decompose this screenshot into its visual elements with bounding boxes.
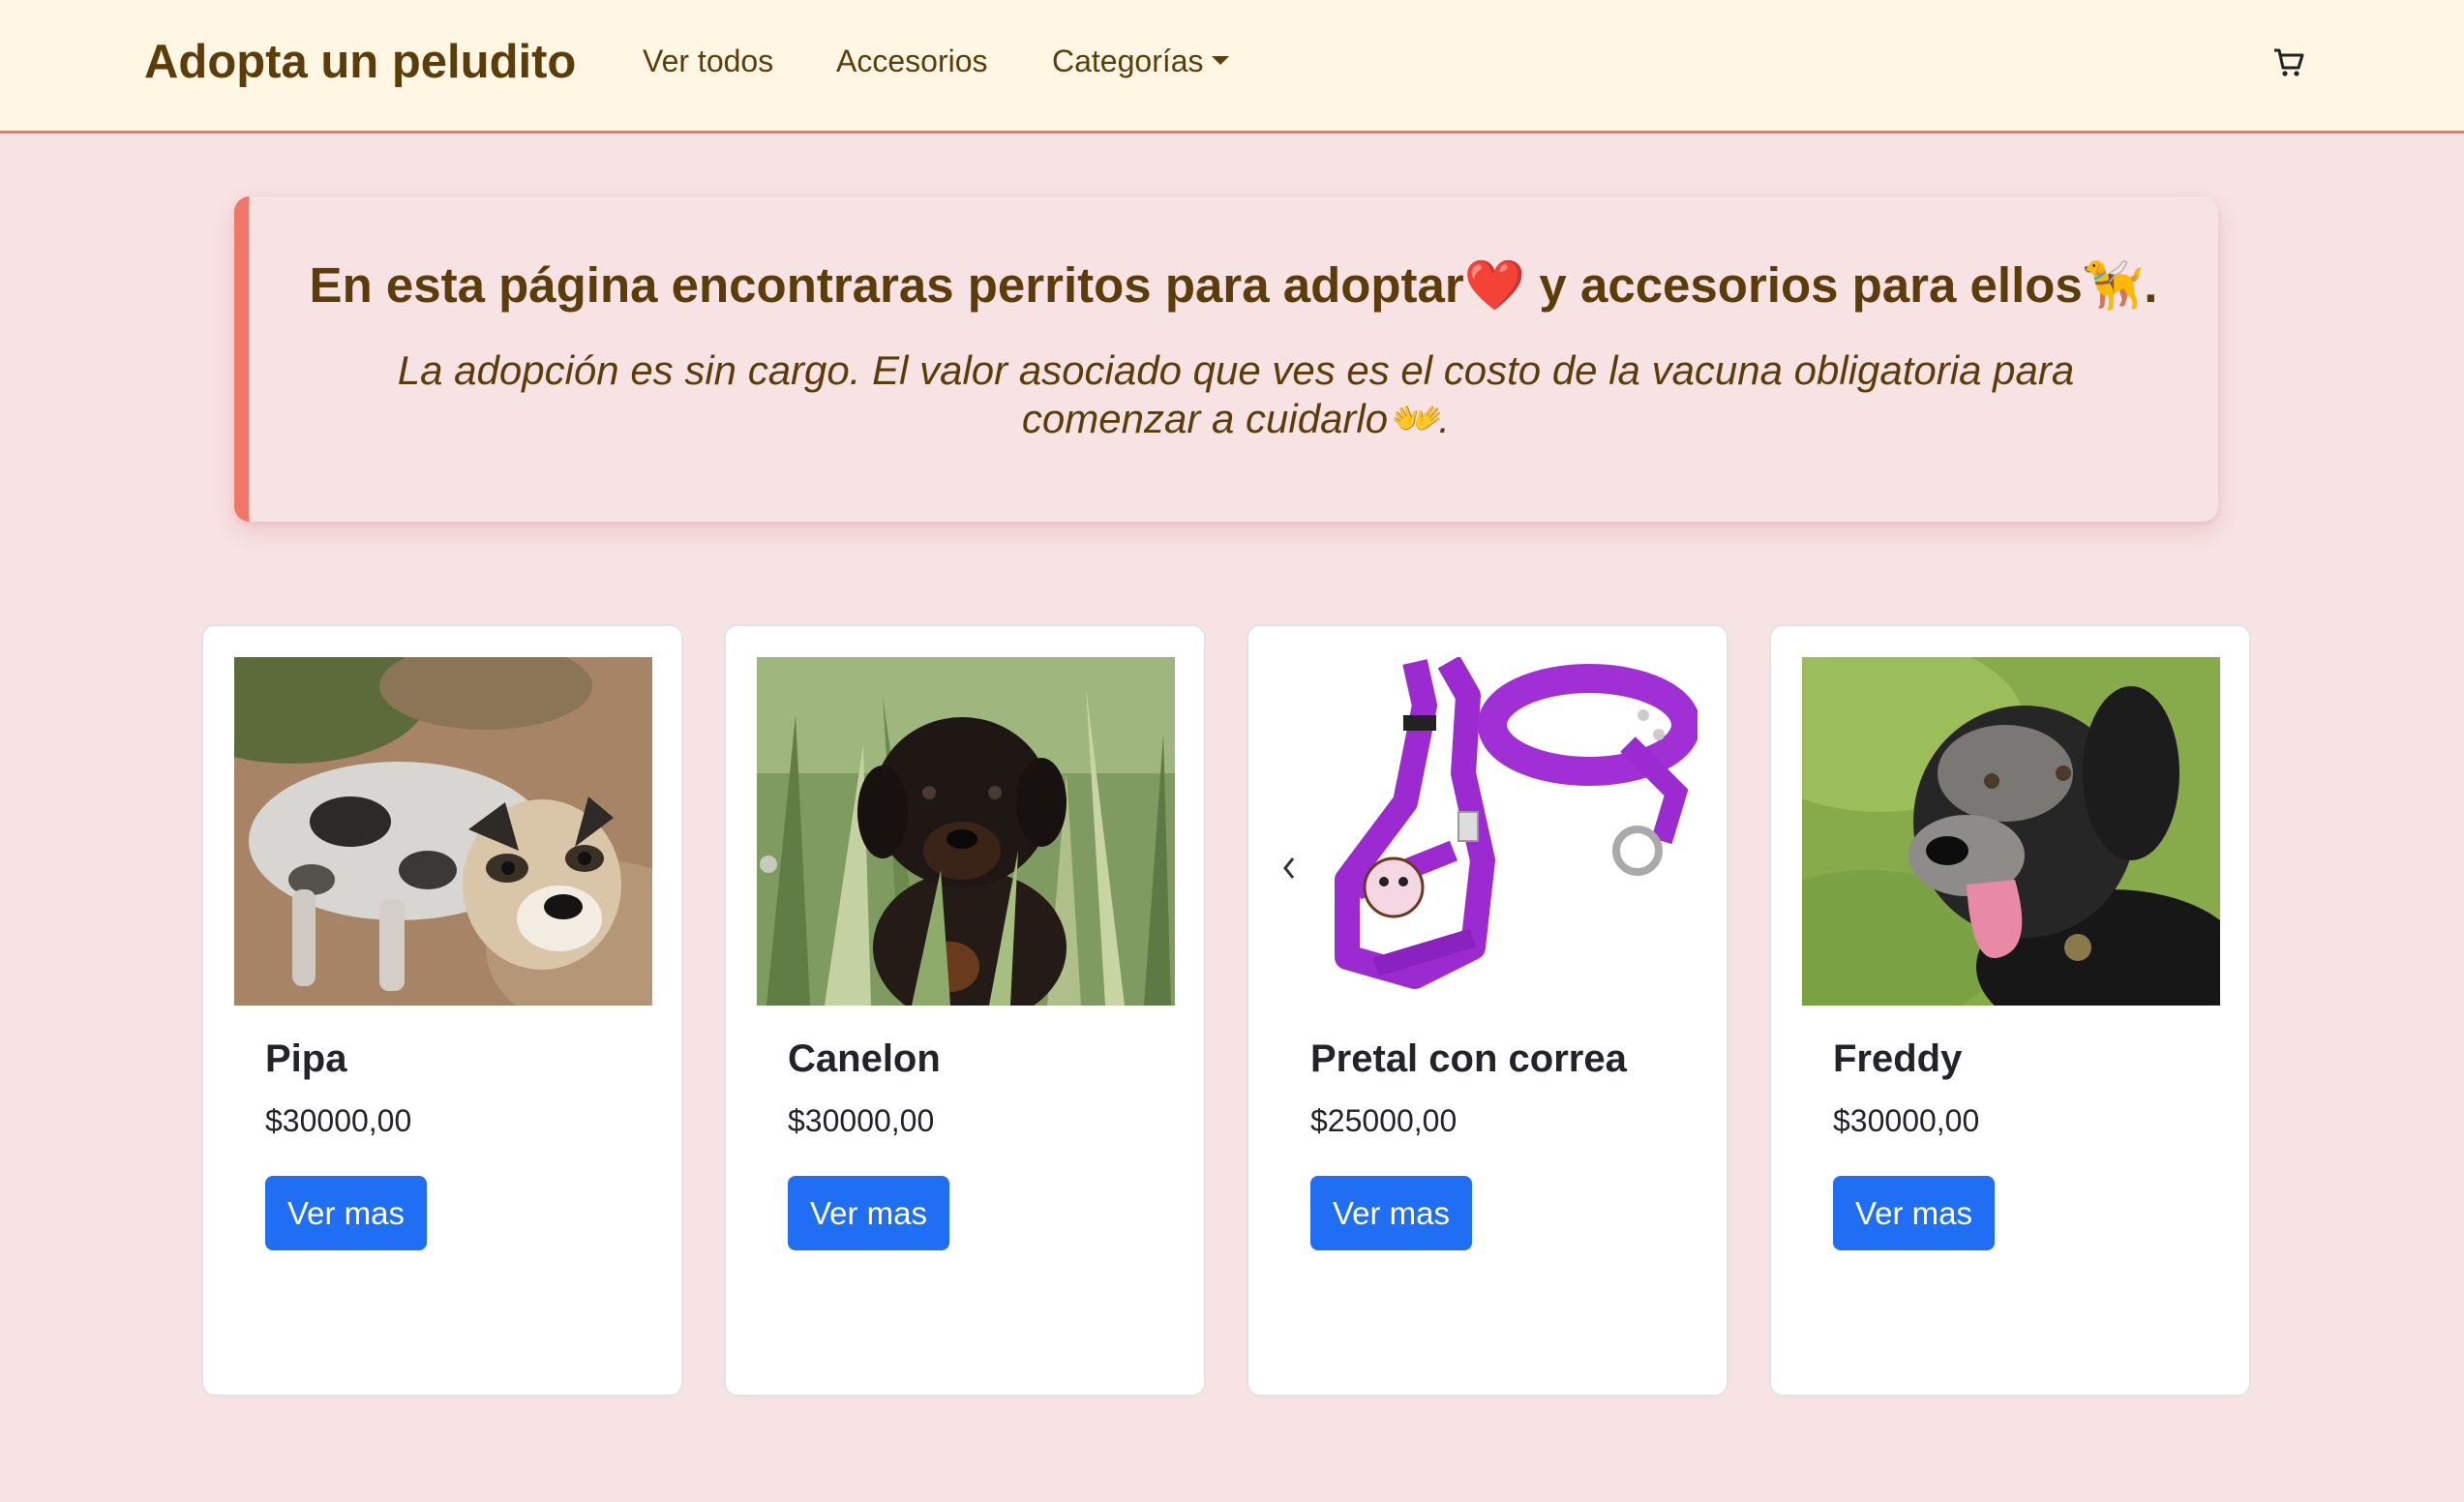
heart-icon: ❤️ (1463, 257, 1526, 313)
card-price: $30000,00 (265, 1103, 412, 1138)
hero-banner: En esta página encontraras perritos para… (234, 196, 2218, 522)
categorias-label: Categorías (1052, 44, 1204, 78)
product-card: Pretal con correa $25000,00 Ver mas (1247, 624, 1728, 1397)
caret-down-icon (1211, 56, 1229, 65)
hero-description-text: La adopción es sin cargo. El valor asoci… (397, 347, 2075, 441)
product-card: Freddy $30000,00 Ver mas (1769, 624, 2251, 1397)
brand-link[interactable]: Adopta un peludito (144, 35, 576, 89)
card-price: $30000,00 (788, 1103, 935, 1138)
hero-title-end: . (2144, 257, 2158, 313)
nav-dropdown-categorias[interactable]: Categorías (1052, 44, 1229, 79)
shopping-cart-icon[interactable] (2272, 46, 2305, 79)
card-price: $25000,00 (1310, 1103, 1457, 1138)
card-title: Freddy (1833, 1037, 1963, 1080)
harness-leash-photo (1279, 657, 1698, 1006)
card-title: Pretal con correa (1310, 1037, 1627, 1080)
card-title: Pipa (265, 1037, 347, 1080)
puppy-photo (757, 657, 1175, 1006)
card-title: Canelon (788, 1037, 941, 1080)
hero-title-text-b: y accesorios para ellos (1525, 257, 2083, 313)
product-card: Canelon $30000,00 Ver mas (724, 624, 1206, 1397)
hero-title: En esta página encontraras perritos para… (249, 256, 2218, 315)
old-dog-photo (1802, 657, 2220, 1006)
ver-mas-button[interactable]: Ver mas (265, 1176, 427, 1250)
dog-photo (234, 657, 652, 1006)
guide-dog-icon: 🦮 (2082, 257, 2145, 313)
ver-mas-button[interactable]: Ver mas (788, 1176, 949, 1250)
nav-link-accesorios[interactable]: Accesorios (836, 44, 988, 79)
navbar: Adopta un peludito Ver todos Accesorios … (0, 0, 2464, 134)
card-price: $30000,00 (1833, 1103, 1980, 1138)
ver-mas-button[interactable]: Ver mas (1833, 1176, 1995, 1250)
ver-mas-button[interactable]: Ver mas (1310, 1176, 1472, 1250)
hero-description: La adopción es sin cargo. El valor asoci… (375, 346, 2097, 443)
open-hands-icon: 👐 (1388, 396, 1439, 441)
nav-link-ver-todos[interactable]: Ver todos (643, 44, 773, 79)
product-card: Pipa $30000,00 Ver mas (201, 624, 683, 1397)
hero-title-text-a: En esta página encontraras perritos para… (309, 257, 1464, 313)
hero-description-end: . (1438, 396, 1451, 441)
